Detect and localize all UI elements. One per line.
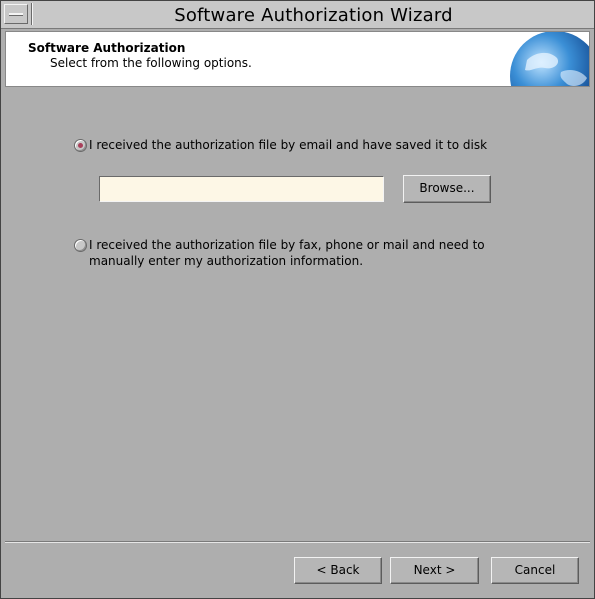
email-option-label[interactable]: I received the authorization file by ema… xyxy=(89,137,487,153)
back-button-label: < Back xyxy=(316,563,360,577)
cancel-button[interactable]: Cancel xyxy=(491,557,579,584)
next-button[interactable]: Next > xyxy=(390,557,479,584)
manual-option-label-line1[interactable]: I received the authorization file by fax… xyxy=(89,237,485,253)
next-button-label: Next > xyxy=(413,563,456,577)
footer-divider xyxy=(5,541,590,543)
manual-option-radio[interactable] xyxy=(74,239,87,252)
header-subtitle: Select from the following options. xyxy=(50,56,252,70)
globe-icon xyxy=(510,32,589,86)
browse-button[interactable]: Browse... xyxy=(403,175,491,203)
manual-option-label-line2[interactable]: manually enter my authorization informat… xyxy=(89,253,363,269)
wizard-header: Software Authorization Select from the f… xyxy=(5,31,590,87)
wizard-window: Software Authorization Wizard Software A… xyxy=(0,0,595,599)
auth-file-path-input[interactable] xyxy=(99,176,384,202)
email-option-radio[interactable] xyxy=(74,139,87,152)
window-menu-icon[interactable] xyxy=(4,4,28,24)
back-button[interactable]: < Back xyxy=(294,557,382,584)
header-title: Software Authorization xyxy=(28,41,186,55)
cancel-button-label: Cancel xyxy=(514,563,556,577)
title-bar[interactable]: Software Authorization Wizard xyxy=(1,1,594,29)
window-title: Software Authorization Wizard xyxy=(174,5,453,26)
